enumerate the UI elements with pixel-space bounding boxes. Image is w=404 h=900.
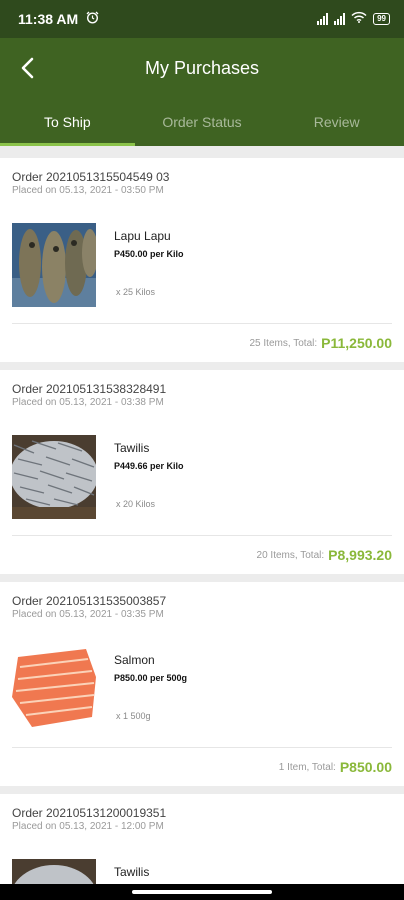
tab-review[interactable]: Review [269, 98, 404, 146]
order-id: Order 202105131200019351 [12, 806, 167, 820]
signal-icon [334, 13, 346, 25]
tab-order-status[interactable]: Order Status [135, 98, 270, 146]
total-amount: P8,993.20 [328, 547, 392, 563]
item-name: Salmon [114, 653, 155, 667]
order-card[interactable]: Order 202105131538328491 Placed on 05.13… [0, 370, 404, 574]
order-date: Placed on 05.13, 2021 - 03:50 PM [12, 185, 164, 196]
item-name: Lapu Lapu [114, 229, 171, 243]
page-title: My Purchases [144, 57, 260, 78]
tab-to-ship[interactable]: To Ship [0, 98, 135, 146]
order-id: Order 202105131538328491 [12, 382, 167, 396]
order-date: Placed on 05.13, 2021 - 12:00 PM [12, 821, 164, 832]
lapu-lapu-fish-image [12, 223, 96, 307]
tawilis-fish-image [12, 435, 96, 519]
item-price: P450.00 per Kilo [114, 249, 184, 259]
order-id: Order 2021051315504549 03 [12, 170, 170, 184]
item-name: Tawilis [114, 441, 150, 455]
total-label: 1 Item, Total: [278, 761, 336, 773]
order-card[interactable]: Order 202105131535003857 Placed on 05.13… [0, 582, 404, 786]
order-date: Placed on 05.13, 2021 - 03:38 PM [12, 397, 164, 408]
item-name: Tawilis [114, 865, 150, 879]
salmon-fillet-image [12, 647, 96, 731]
signal-icon [317, 13, 329, 25]
total-label: 25 Items, Total: [249, 337, 318, 349]
tab-bar: To Ship Order Status Review [0, 98, 404, 146]
battery-icon: 99 [373, 13, 390, 25]
item-quantity: x 1 500g [116, 711, 151, 721]
item-quantity: x 25 Kilos [116, 287, 156, 297]
back-button[interactable] [12, 53, 42, 83]
total-amount: P11,250.00 [321, 335, 392, 351]
item-quantity: x 20 Kilos [116, 499, 156, 509]
app-bar: My Purchases [0, 38, 404, 98]
status-time: 11:38 AM [18, 11, 79, 27]
order-list: Order 2021051315504549 03 Placed on 05.1… [0, 146, 404, 900]
status-bar: 11:38 AM 99 [0, 0, 404, 38]
wifi-icon [351, 10, 367, 28]
chevron-left-icon [21, 57, 34, 79]
item-price: P449.66 per Kilo [114, 461, 184, 471]
alarm-icon [86, 11, 99, 27]
home-indicator[interactable] [0, 884, 404, 900]
order-card[interactable]: Order 2021051315504549 03 Placed on 05.1… [0, 158, 404, 362]
total-amount: P850.00 [339, 759, 392, 775]
order-id: Order 202105131535003857 [12, 594, 167, 608]
order-date: Placed on 05.13, 2021 - 03:35 PM [12, 609, 164, 620]
item-price: P850.00 per 500g [114, 673, 188, 683]
total-label: 20 Items, Total: [256, 549, 325, 561]
